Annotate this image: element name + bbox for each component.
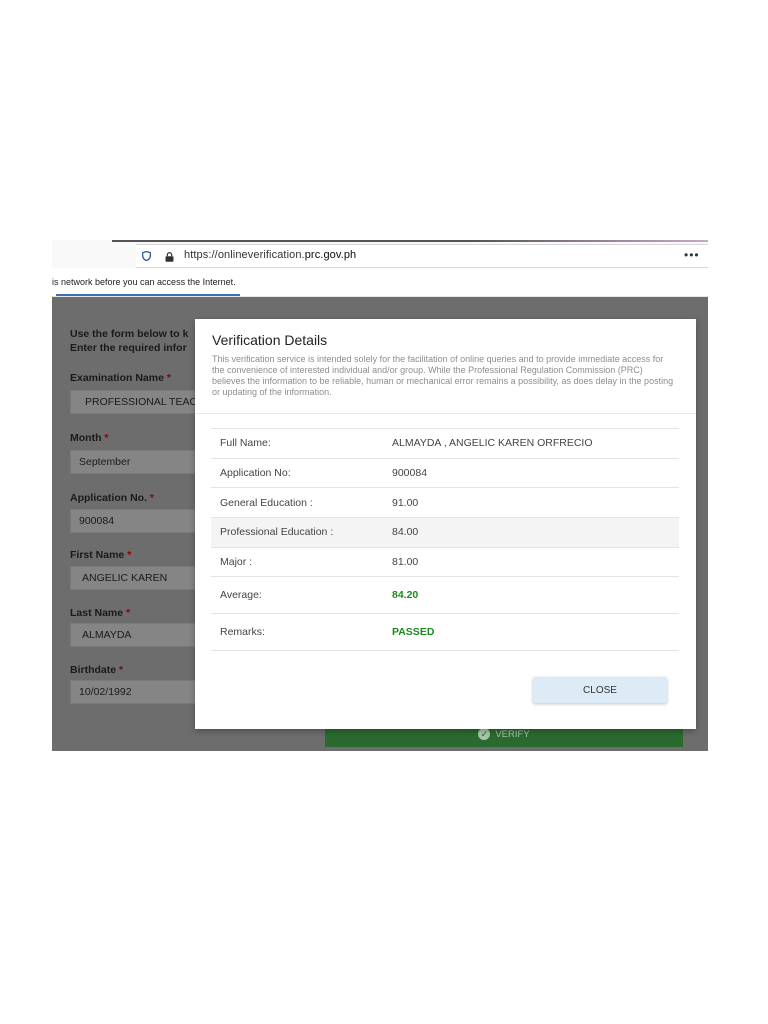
verification-details-modal: Verification Details This verification s…: [195, 319, 696, 729]
table-row: Remarks: PASSED: [211, 613, 679, 652]
label-last-name: Last Name *: [70, 607, 131, 619]
check-circle-icon: ✓: [478, 728, 491, 741]
full-name-value: ALMAYDA , ANGELIC KAREN ORFRECIO: [392, 428, 679, 459]
row-label: Major :: [211, 546, 392, 577]
close-button[interactable]: CLOSE: [533, 677, 667, 703]
label-application-no: Application No. *: [70, 492, 155, 504]
modal-description: This verification service is intended so…: [212, 354, 674, 397]
row-label: General Education :: [211, 487, 392, 518]
table-row: General Education : 91.00: [211, 487, 679, 518]
professional-education-value: 84.00: [392, 517, 679, 548]
verify-label: VERIFY: [495, 729, 530, 740]
page-actions-icon[interactable]: •••: [684, 248, 700, 262]
row-label: Full Name:: [211, 428, 392, 459]
notice-text: is network before you can access the Int…: [52, 277, 236, 287]
results-table: Full Name: ALMAYDA , ANGELIC KAREN ORFRE…: [211, 428, 679, 652]
label-examination-name: Examination Name *: [70, 372, 171, 384]
url-text[interactable]: https://onlineverification.prc.gov.ph: [184, 249, 356, 261]
label-first-name: First Name *: [70, 549, 132, 561]
table-row: Application No: 900084: [211, 457, 679, 488]
modal-title: Verification Details: [212, 332, 328, 348]
url-bar: https://onlineverification.prc.gov.ph ••…: [52, 242, 708, 268]
row-label: Remarks:: [211, 613, 392, 652]
lock-icon[interactable]: [165, 252, 174, 262]
row-label: Average:: [211, 576, 392, 614]
row-label: Application No:: [211, 457, 392, 488]
table-row: Major : 81.00: [211, 546, 679, 577]
general-education-value: 91.00: [392, 487, 679, 518]
table-row: Average: 84.20: [211, 576, 679, 614]
label-birthdate: Birthdate *: [70, 664, 124, 676]
major-value: 81.00: [392, 546, 679, 577]
application-no-value: 900084: [392, 457, 679, 488]
active-tab-indicator: [56, 294, 240, 296]
network-notice-bar: is network before you can access the Int…: [52, 268, 708, 297]
shield-icon[interactable]: [142, 251, 151, 261]
intro-line-2: Enter the required infor: [70, 342, 187, 354]
remarks-value: PASSED: [392, 613, 679, 652]
modal-divider: [195, 413, 696, 414]
form-intro: Use the form below to k Enter the requir…: [70, 327, 188, 355]
table-row: Full Name: ALMAYDA , ANGELIC KAREN ORFRE…: [211, 428, 679, 459]
label-month: Month *: [70, 432, 109, 444]
row-label: Professional Education :: [211, 517, 392, 548]
average-value: 84.20: [392, 576, 679, 614]
table-row: Professional Education : 84.00: [211, 517, 679, 548]
intro-line-1: Use the form below to k: [70, 328, 189, 340]
